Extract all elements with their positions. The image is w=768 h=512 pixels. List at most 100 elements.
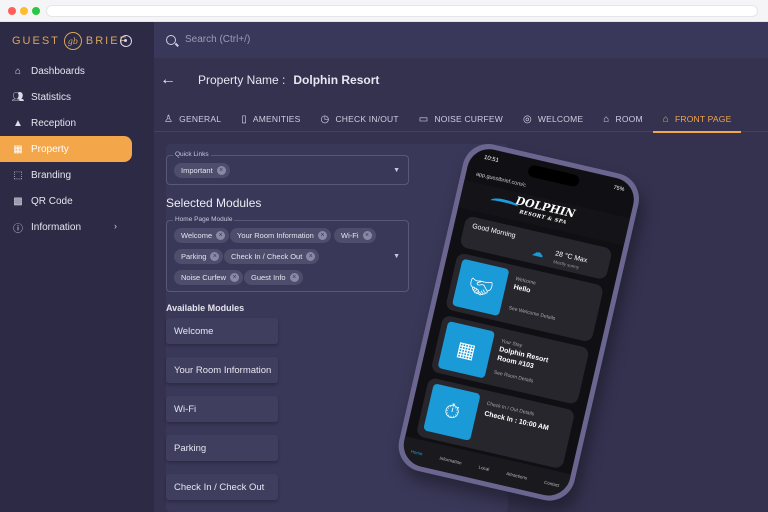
browser-titlebar xyxy=(0,0,768,22)
sidebar-item-label: QR Code xyxy=(31,195,73,207)
sidebar-item-dashboards[interactable]: ⌂ Dashboards xyxy=(0,58,154,84)
phone-nav-contact[interactable]: Contact xyxy=(544,479,560,487)
sidebar-item-information[interactable]: ⓘ Information › xyxy=(0,214,154,240)
sidebar: GUEST gb BRIEF ⌂ Dashboards 👥︎ Statistic… xyxy=(0,22,154,512)
logo[interactable]: GUEST gb BRIEF xyxy=(12,32,128,50)
bookmark-icon: ▯ xyxy=(241,113,247,125)
phone-nav-attractions[interactable]: Attractions xyxy=(506,470,528,480)
search-icon xyxy=(166,34,176,45)
tab-amenities[interactable]: ▯ AMENITIES xyxy=(231,106,310,132)
tab-label: WELCOME xyxy=(537,114,584,124)
chip-label: Welcome xyxy=(181,231,213,240)
remove-chip-icon[interactable]: × xyxy=(306,252,316,261)
person-icon: ♙ xyxy=(164,113,174,125)
selected-modules-heading: Selected Modules xyxy=(166,196,262,210)
globe-icon: ◎ xyxy=(522,113,532,125)
module-label: Your Room Information xyxy=(174,364,272,376)
dropdown-caret-icon[interactable]: ▼ xyxy=(393,253,400,260)
sidebar-item-label: Reception xyxy=(31,117,77,129)
remove-chip-icon[interactable]: × xyxy=(230,273,240,282)
sidebar-item-label: Information xyxy=(31,221,82,233)
tab-welcome[interactable]: ◎ WELCOME xyxy=(513,106,593,132)
available-module-parking[interactable]: Parking xyxy=(166,435,278,461)
tab-check-in-out[interactable]: ◷ CHECK IN/OUT xyxy=(311,106,409,132)
tab-label: FRONT PAGE xyxy=(674,114,732,124)
logo-text-left: GUEST xyxy=(12,35,60,47)
module-label: Parking xyxy=(174,442,207,454)
maximize-window-button[interactable] xyxy=(32,7,40,15)
remove-chip-icon[interactable]: × xyxy=(289,273,299,282)
remove-chip-icon[interactable]: × xyxy=(362,231,372,240)
sidebar-toggle-icon[interactable] xyxy=(120,35,132,47)
phone-nav-home[interactable]: Home xyxy=(410,448,423,456)
bell-icon: ▲ xyxy=(13,117,23,129)
tab-label: GENERAL xyxy=(179,114,222,124)
available-module-welcome[interactable]: Welcome xyxy=(166,318,278,344)
tab-label: ROOM xyxy=(615,114,643,124)
weather-icon: ☁ xyxy=(530,244,546,261)
back-arrow-icon[interactable]: ← xyxy=(160,71,176,89)
sidebar-item-label: Dashboards xyxy=(31,65,85,77)
chip-label: Guest Info xyxy=(251,273,286,282)
quick-links-select[interactable]: Quick Links Important × ▼ xyxy=(166,151,409,185)
logo-mark: gb xyxy=(63,32,82,50)
tab-general[interactable]: ♙ GENERAL xyxy=(154,106,231,132)
sidebar-item-branding[interactable]: ⬚ Branding xyxy=(0,162,154,188)
building-icon: ▦ xyxy=(13,143,23,155)
module-label: Check In / Check Out xyxy=(174,481,265,493)
phone-nav-local[interactable]: Local xyxy=(478,464,490,471)
available-module-check-in-out[interactable]: Check In / Check Out xyxy=(166,474,278,500)
home-icon: ⌂ xyxy=(14,65,22,77)
search-input[interactable]: Search (Ctrl+/) xyxy=(166,34,250,45)
chip-label: Check In / Check Out xyxy=(231,252,303,261)
tab-front-page[interactable]: ⌂ FRONT PAGE xyxy=(652,106,742,133)
sidebar-item-property[interactable]: ▦ Property xyxy=(0,136,132,162)
browser-window: GUEST gb BRIEF ⌂ Dashboards 👥︎ Statistic… xyxy=(0,0,768,512)
stopwatch-icon: ⏱︎ xyxy=(423,383,481,441)
chip-label: Important xyxy=(181,166,213,175)
noise-icon: ▭ xyxy=(418,113,429,125)
remove-chip-icon[interactable]: × xyxy=(317,231,327,240)
sidebar-item-qr-code[interactable]: ▩ QR Code xyxy=(0,188,154,214)
field-label: Home Page Module xyxy=(173,216,235,223)
module-label: Welcome xyxy=(174,325,214,337)
sidebar-item-reception[interactable]: ▲ Reception xyxy=(0,110,154,136)
chip: Your Room Information × xyxy=(230,228,331,243)
chip: Check In / Check Out × xyxy=(224,249,320,264)
tab-noise-curfew[interactable]: ▭ NOISE CURFEW xyxy=(409,106,513,132)
remove-chip-icon[interactable]: × xyxy=(210,252,220,261)
sidebar-item-label: Statistics xyxy=(31,91,72,103)
greeting: Good Morning xyxy=(471,222,517,240)
chevron-right-icon: › xyxy=(114,221,117,231)
remove-chip-icon[interactable]: × xyxy=(216,231,226,240)
available-module-wifi[interactable]: Wi-Fi xyxy=(166,396,278,422)
page-title: ← Property Name : Dolphin Resort xyxy=(160,70,379,90)
branding-icon: ⬚ xyxy=(13,169,23,181)
house-icon: ⌂ xyxy=(603,113,610,125)
field-label: Quick Links xyxy=(173,151,211,158)
minimize-window-button[interactable] xyxy=(20,7,28,15)
card-link: See Room Details xyxy=(493,369,534,385)
sidebar-nav: ⌂ Dashboards 👥︎ Statistics ▲ Reception ▦… xyxy=(0,58,154,240)
app-window: GUEST gb BRIEF ⌂ Dashboards 👥︎ Statistic… xyxy=(0,22,768,512)
chip: Welcome × xyxy=(174,228,230,243)
sidebar-item-label: Branding xyxy=(31,169,72,181)
property-label: Property Name : xyxy=(198,73,286,87)
tab-room[interactable]: ⌂ ROOM xyxy=(593,106,653,132)
address-bar[interactable] xyxy=(46,5,758,17)
home-page-module-select[interactable]: Home Page Module Welcome × Your Room Info… xyxy=(166,216,409,292)
available-module-your-room-information[interactable]: Your Room Information xyxy=(166,357,278,383)
close-window-button[interactable] xyxy=(8,7,16,15)
phone-time: 10:51 xyxy=(483,154,500,165)
sidebar-item-label: Property xyxy=(31,143,69,155)
chip: Wi-Fi × xyxy=(334,228,376,243)
dropdown-caret-icon[interactable]: ▼ xyxy=(393,167,400,174)
phone-nav-information[interactable]: Information xyxy=(439,455,462,465)
dolphin-logo: DOLPHIN RESORT & SPA xyxy=(512,194,576,229)
chip-label: Noise Curfew xyxy=(181,273,227,282)
card-title: Hello xyxy=(512,283,532,295)
tab-bar: ♙ GENERAL ▯ AMENITIES ◷ CHECK IN/OUT ▭ NOISE… xyxy=(154,106,768,133)
phone-battery: 75% xyxy=(612,184,625,194)
sidebar-item-statistics[interactable]: 👥︎ Statistics xyxy=(0,84,154,110)
remove-chip-icon[interactable]: × xyxy=(216,166,226,175)
